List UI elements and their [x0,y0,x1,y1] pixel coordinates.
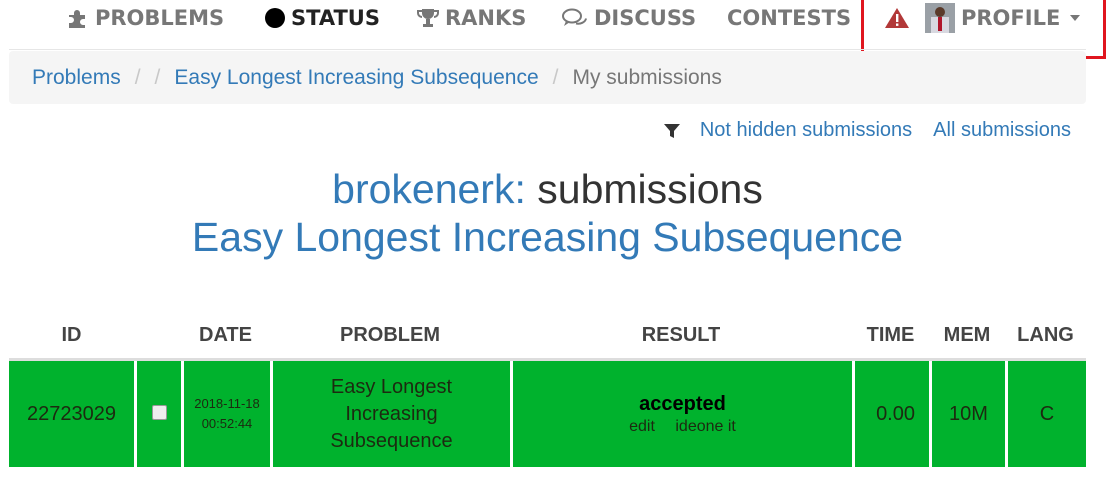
warning-icon [885,8,909,28]
header-lang[interactable]: LANG [1005,313,1086,361]
not-hidden-submissions-link[interactable]: Not hidden submissions [700,119,912,142]
filter-icon [663,123,680,138]
problem-name-line: Easy Longest [330,375,453,398]
puzzle-icon [69,10,85,28]
header-select [134,313,181,361]
submission-lang: C [1005,361,1086,467]
problem-name-line: Increasing [345,402,438,425]
header-mem[interactable]: MEM [929,313,1005,361]
submission-mem: 10M [929,361,1005,467]
submissions-label: submissions [537,166,763,212]
select-cell [134,361,181,467]
result-links: edit ideone it [513,418,852,436]
nav-problems[interactable]: PROBLEMS [67,4,224,32]
nav-discuss[interactable]: DISCUSS [562,4,696,32]
nav-status[interactable]: STATUS [265,4,380,32]
caret-down-icon [1070,15,1081,21]
result-status[interactable]: accepted [513,393,852,416]
header-problem[interactable]: PROBLEM [270,313,510,361]
username-link[interactable]: brokenerk: [332,166,526,212]
header-result[interactable]: RESULT [510,313,852,361]
trophy-icon [417,9,439,27]
breadcrumb-separator: / [154,65,161,89]
nav-profile[interactable]: PROFILE [925,3,1081,33]
nav-discuss-label: DISCUSS [594,6,697,30]
problem-title-link[interactable]: Easy Longest Increasing Subsequence [0,213,1095,261]
submission-checkbox[interactable] [151,404,167,420]
breadcrumb: Problems / / Easy Longest Increasing Sub… [9,51,1086,104]
table-header-row: ID DATE PROBLEM RESULT TIME MEM LANG [9,313,1086,361]
breadcrumb-separator: / [552,65,559,89]
top-nav: PROBLEMS STATUS RANKS DISCUSS CONTESTS P… [0,0,1107,59]
breadcrumb-current: My submissions [572,65,722,89]
header-date[interactable]: DATE [181,313,270,361]
nav-contests-label: CONTESTS [727,6,852,30]
header-id[interactable]: ID [9,313,134,361]
problem-name-line: Subsequence [330,429,453,452]
nav-ranks[interactable]: RANKS [417,4,526,32]
submission-date-day: 2018-11-18 [194,396,260,411]
ideone-link[interactable]: ideone it [675,418,736,435]
nav-profile-label: PROFILE [961,6,1061,30]
submission-date-time: 00:52:44 [201,416,253,431]
status-dot-icon [265,8,285,28]
comments-icon [562,8,587,26]
submission-id[interactable]: 22723029 [9,361,134,467]
submission-result: accepted edit ideone it [510,361,852,467]
table-row: 22723029 2018-11-18 00:52:44 Easy Longes… [9,361,1086,467]
avatar [925,3,955,33]
breadcrumb-separator: / [134,65,141,89]
all-submissions-link[interactable]: All submissions [933,119,1071,142]
submission-filters: Not hidden submissions All submissions [663,119,1071,142]
nav-status-label: STATUS [291,6,380,30]
submission-time: 0.00 [852,361,929,467]
nav-divider [9,49,1086,50]
nav-contests[interactable]: CONTESTS [727,4,851,32]
edit-link[interactable]: edit [629,418,655,435]
header-time[interactable]: TIME [852,313,929,361]
breadcrumb-problems[interactable]: Problems [32,66,121,90]
submission-date: 2018-11-18 00:52:44 [181,361,270,467]
submission-problem[interactable]: Easy Longest Increasing Subsequence [270,361,510,467]
breadcrumb-problem[interactable]: Easy Longest Increasing Subsequence [174,66,538,90]
page-title: brokenerk: submissions Easy Longest Incr… [0,165,1095,261]
nav-alert[interactable] [884,4,910,32]
submissions-table: ID DATE PROBLEM RESULT TIME MEM LANG 227… [9,313,1086,467]
nav-problems-label: PROBLEMS [95,6,225,30]
nav-ranks-label: RANKS [445,6,527,30]
